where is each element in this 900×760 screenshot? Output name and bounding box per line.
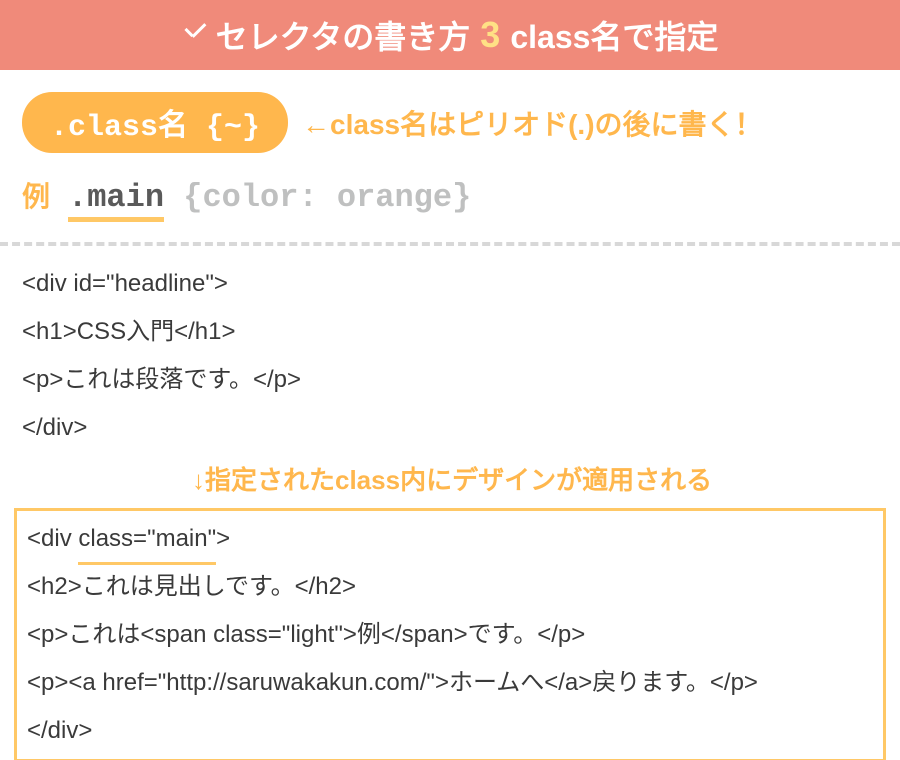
code-line: <p>これは段落です。</p> — [22, 356, 878, 404]
code-block: <div id="headline"> <h1>CSS入門</h1> <p>これ… — [0, 260, 900, 760]
example-label: 例 — [22, 175, 50, 215]
syntax-note: ←class名はピリオド(.)の後に書く！ — [302, 103, 763, 143]
header-title-right: class名で指定 — [510, 12, 718, 58]
code-line: <div class="main"> — [27, 515, 873, 563]
divider — [0, 242, 900, 246]
code-line: </div> — [27, 707, 873, 755]
header-bar: セレクタの書き方 3 class名で指定 — [0, 0, 900, 70]
code-line: <div id="headline"> — [22, 260, 878, 308]
document-container: セレクタの書き方 3 class名で指定 .class名 {~} ←class名… — [0, 0, 900, 760]
code-line: </div> — [22, 404, 878, 452]
example-code: .main {color: orange} — [68, 179, 471, 216]
code-line: <h2>これは見出しです。</h2> — [27, 563, 873, 611]
code-line: <h1>CSS入門</h1> — [22, 308, 878, 356]
check-icon — [182, 25, 210, 45]
example-selector: .main — [68, 179, 164, 216]
syntax-row: .class名 {~} ←class名はピリオド(.)の後に書く！ — [0, 70, 900, 161]
header-number: 3 — [480, 14, 500, 56]
annotation-label: ↓指定されたclass内にデザインが適用される — [22, 452, 878, 508]
header-title-left: セレクタの書き方 — [216, 12, 471, 58]
class-attr-underlined: class="main" — [78, 515, 216, 563]
example-row: 例 .main {color: orange} — [0, 161, 900, 234]
example-rule: {color: orange} — [164, 179, 471, 216]
code-line: <p>これは<span class="light">例</span>です。</p… — [27, 611, 873, 659]
highlighted-code-box: <div class="main"> <h2>これは見出しです。</h2> <p… — [14, 508, 886, 760]
code-text: > — [216, 525, 230, 552]
code-text: <div — [27, 525, 78, 552]
syntax-pill: .class名 {~} — [22, 92, 288, 153]
code-line: <p><a href="http://saruwakakun.com/">ホーム… — [27, 659, 873, 707]
